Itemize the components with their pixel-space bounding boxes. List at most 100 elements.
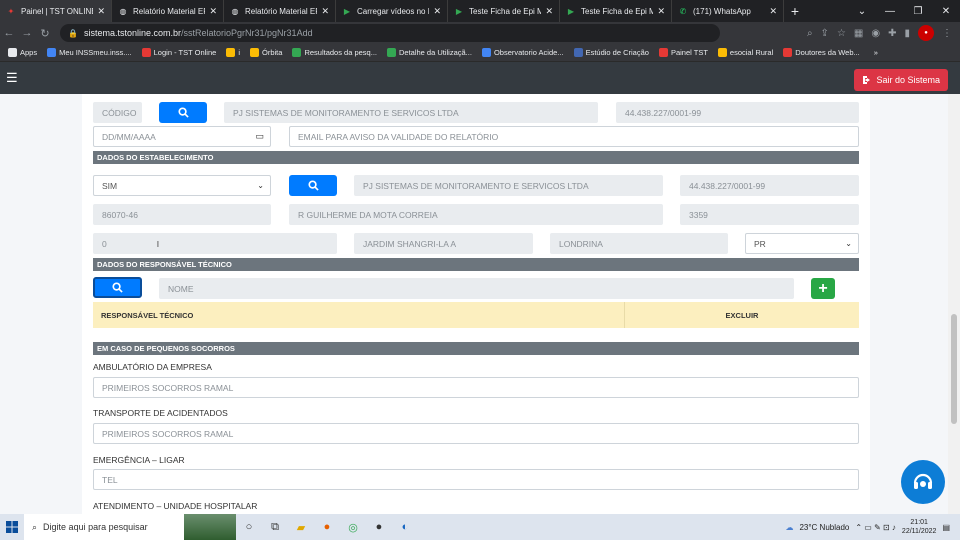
cep-field[interactable]: 86070-46 xyxy=(93,204,271,225)
state-select[interactable]: PR ⌄ xyxy=(745,233,859,254)
bookmark-item[interactable]: Doutores da Web... xyxy=(783,48,860,57)
codigo-input[interactable]: CÓDIGO xyxy=(93,102,142,123)
close-tab-icon[interactable]: ✕ xyxy=(321,6,329,17)
file-explorer-icon[interactable]: ▰ xyxy=(288,514,314,540)
add-responsavel-button[interactable]: + xyxy=(811,278,835,299)
obs-icon[interactable]: ● xyxy=(366,514,392,540)
search-responsavel-button[interactable] xyxy=(93,277,142,298)
browser-tab[interactable]: ▶ Teste Ficha de Epi Ma ✕ xyxy=(448,0,560,22)
new-tab-button[interactable]: + xyxy=(784,0,806,22)
estab-name-field[interactable]: PJ SISTEMAS DE MONITORAMENTO E SERVICOS … xyxy=(354,175,663,196)
bookmark-item[interactable]: Órbita xyxy=(250,48,282,57)
close-tab-icon[interactable]: ✕ xyxy=(769,6,777,17)
logout-button[interactable]: Sair do Sistema xyxy=(854,69,948,91)
star-icon[interactable]: ☆ xyxy=(837,28,846,39)
bookmark-item[interactable]: i xyxy=(226,48,240,57)
scrollbar-thumb[interactable] xyxy=(951,314,957,424)
ambulatorio-input[interactable]: PRIMEIROS SOCORROS RAMAL xyxy=(93,377,859,398)
share-icon[interactable]: ⇪ xyxy=(821,28,829,39)
forward-icon[interactable]: → xyxy=(18,27,36,39)
maximize-button[interactable]: ❐ xyxy=(904,0,932,22)
chevron-down-icon[interactable]: ⌄ xyxy=(848,0,876,22)
bookmark-icon xyxy=(717,48,727,57)
clock[interactable]: 21:01 22/11/2022 xyxy=(902,518,937,536)
menu-dots-icon[interactable]: ⋮ xyxy=(942,28,952,39)
bookmark-item[interactable]: Meu INSSmeu.inss.... xyxy=(47,48,132,57)
browser-tab[interactable]: ◍ Relatório Material EPI ✕ xyxy=(224,0,336,22)
bookmark-item[interactable]: Estúdio de Criação xyxy=(573,48,649,57)
city-field[interactable]: LONDRINA xyxy=(550,233,728,254)
system-tray: ☁ 23°C Nublado ⌃ ▭ ✎ ⊡ ♪ 21:01 22/11/202… xyxy=(785,518,960,536)
url-input[interactable]: 🔒 sistema.tstonline.com.br/sstRelatorioP… xyxy=(60,24,720,42)
clock-time: 21:01 xyxy=(910,519,928,526)
taskbar-search[interactable]: ⌕ Digite aqui para pesquisar xyxy=(24,514,184,540)
emergencia-input[interactable]: TEL xyxy=(93,469,859,490)
ad-block-icon[interactable]: ◉ xyxy=(871,28,880,39)
more-bookmarks-icon[interactable]: » xyxy=(874,48,878,57)
puzzle-icon[interactable]: ✚ xyxy=(888,28,896,39)
extension-icon[interactable]: ▦ xyxy=(854,28,863,39)
weather-text[interactable]: 23°C Nublado xyxy=(799,523,849,532)
bookmark-item[interactable]: Observatorio Acide... xyxy=(481,48,564,57)
estab-select[interactable]: SIM ⌄ xyxy=(93,175,271,196)
email-input[interactable]: EMAIL PARA AVISO DA VALIDADE DO RELATÓRI… xyxy=(289,126,859,147)
cortana-icon[interactable]: ○ xyxy=(236,514,262,540)
close-tab-icon[interactable]: ✕ xyxy=(209,6,217,17)
notification-icon[interactable]: ▤ xyxy=(942,523,950,532)
firefox-icon[interactable]: ● xyxy=(314,514,340,540)
bookmark-item[interactable]: Login - TST Online xyxy=(141,48,216,57)
bookmark-item[interactable]: Resultados da pesq... xyxy=(292,48,377,57)
browser-tab[interactable]: ◍ Relatório Material EPI ✕ xyxy=(112,0,224,22)
search-estab-button[interactable] xyxy=(289,175,337,196)
search-company-button[interactable] xyxy=(159,102,207,123)
tab-title: Relatório Material EPI xyxy=(245,6,318,16)
task-view-icon[interactable]: ⧉ xyxy=(262,514,288,540)
browser-tab[interactable]: ▶ Teste Ficha de Epi Ma ✕ xyxy=(560,0,672,22)
col-responsavel: RESPONSÁVEL TÉCNICO xyxy=(93,302,625,328)
nome-input[interactable]: NOME xyxy=(159,278,794,299)
close-window-button[interactable]: ✕ xyxy=(932,0,960,22)
windows-start-icon[interactable] xyxy=(0,521,24,533)
zoom-icon[interactable]: ⌕ xyxy=(807,28,813,39)
district-field[interactable]: JARDIM SHANGRI-LA A xyxy=(354,233,533,254)
bookmark-item[interactable]: esocial Rural xyxy=(717,48,773,57)
page-scrollbar[interactable] xyxy=(948,94,960,514)
browser-tab[interactable]: ✆ (171) WhatsApp ✕ xyxy=(672,0,784,22)
bookmark-item[interactable]: Painel TST xyxy=(658,48,708,57)
number-field[interactable]: 3359 xyxy=(680,204,859,225)
sidepanel-icon[interactable]: ▮ xyxy=(904,28,910,39)
estab-cnpj-field[interactable]: 44.438.227/0001-99 xyxy=(680,175,859,196)
complement-field[interactable]: 0I xyxy=(93,233,337,254)
support-chat-button[interactable] xyxy=(901,460,945,504)
search-icon xyxy=(307,180,319,191)
transporte-input[interactable]: PRIMEIROS SOCORROS RAMAL xyxy=(93,423,859,444)
plus-icon: + xyxy=(818,279,828,297)
hamburger-menu-icon[interactable]: ☰ xyxy=(6,70,18,86)
bookmark-label: Detalhe da Utilizaçã... xyxy=(398,48,472,57)
company-cnpj-field[interactable]: 44.438.227/0001-99 xyxy=(616,102,859,123)
cep-value: 86070-46 xyxy=(102,209,138,220)
close-tab-icon[interactable]: ✕ xyxy=(433,6,441,17)
tray-icons[interactable]: ⌃ ▭ ✎ ⊡ ♪ xyxy=(855,523,896,532)
close-tab-icon[interactable]: ✕ xyxy=(97,6,105,17)
profile-avatar[interactable]: ● xyxy=(918,25,934,41)
close-tab-icon[interactable]: ✕ xyxy=(545,6,553,17)
section-responsavel-header: DADOS DO RESPONSÁVEL TÉCNICO xyxy=(93,258,859,271)
emergencia-placeholder: TEL xyxy=(102,474,118,485)
close-tab-icon[interactable]: ✕ xyxy=(657,6,665,17)
calendar-icon[interactable]: ▭ xyxy=(255,131,264,142)
bookmark-icon xyxy=(573,48,583,57)
minimize-button[interactable]: — xyxy=(876,0,904,22)
back-icon[interactable]: ← xyxy=(0,27,18,39)
browser-tab[interactable]: ✦ Painel | TST ONLINE ✕ xyxy=(0,0,112,22)
bookmark-item[interactable]: Apps xyxy=(8,48,37,57)
app-icon[interactable]: ◐ xyxy=(392,514,418,540)
bookmark-item[interactable]: Detalhe da Utilizaçã... xyxy=(386,48,472,57)
validity-date-input[interactable]: DD/MM/AAAA ▭ xyxy=(93,126,271,147)
chrome-icon[interactable]: ◎ xyxy=(340,514,366,540)
browser-tab[interactable]: ▶ Carregar vídeos no R ✕ xyxy=(336,0,448,22)
reload-icon[interactable]: ↻ xyxy=(36,27,54,40)
company-name-field[interactable]: PJ SISTEMAS DE MONITORAMENTO E SERVICOS … xyxy=(224,102,598,123)
street-field[interactable]: R GUILHERME DA MOTA CORREIA xyxy=(289,204,663,225)
estab-select-value: SIM xyxy=(102,180,118,191)
